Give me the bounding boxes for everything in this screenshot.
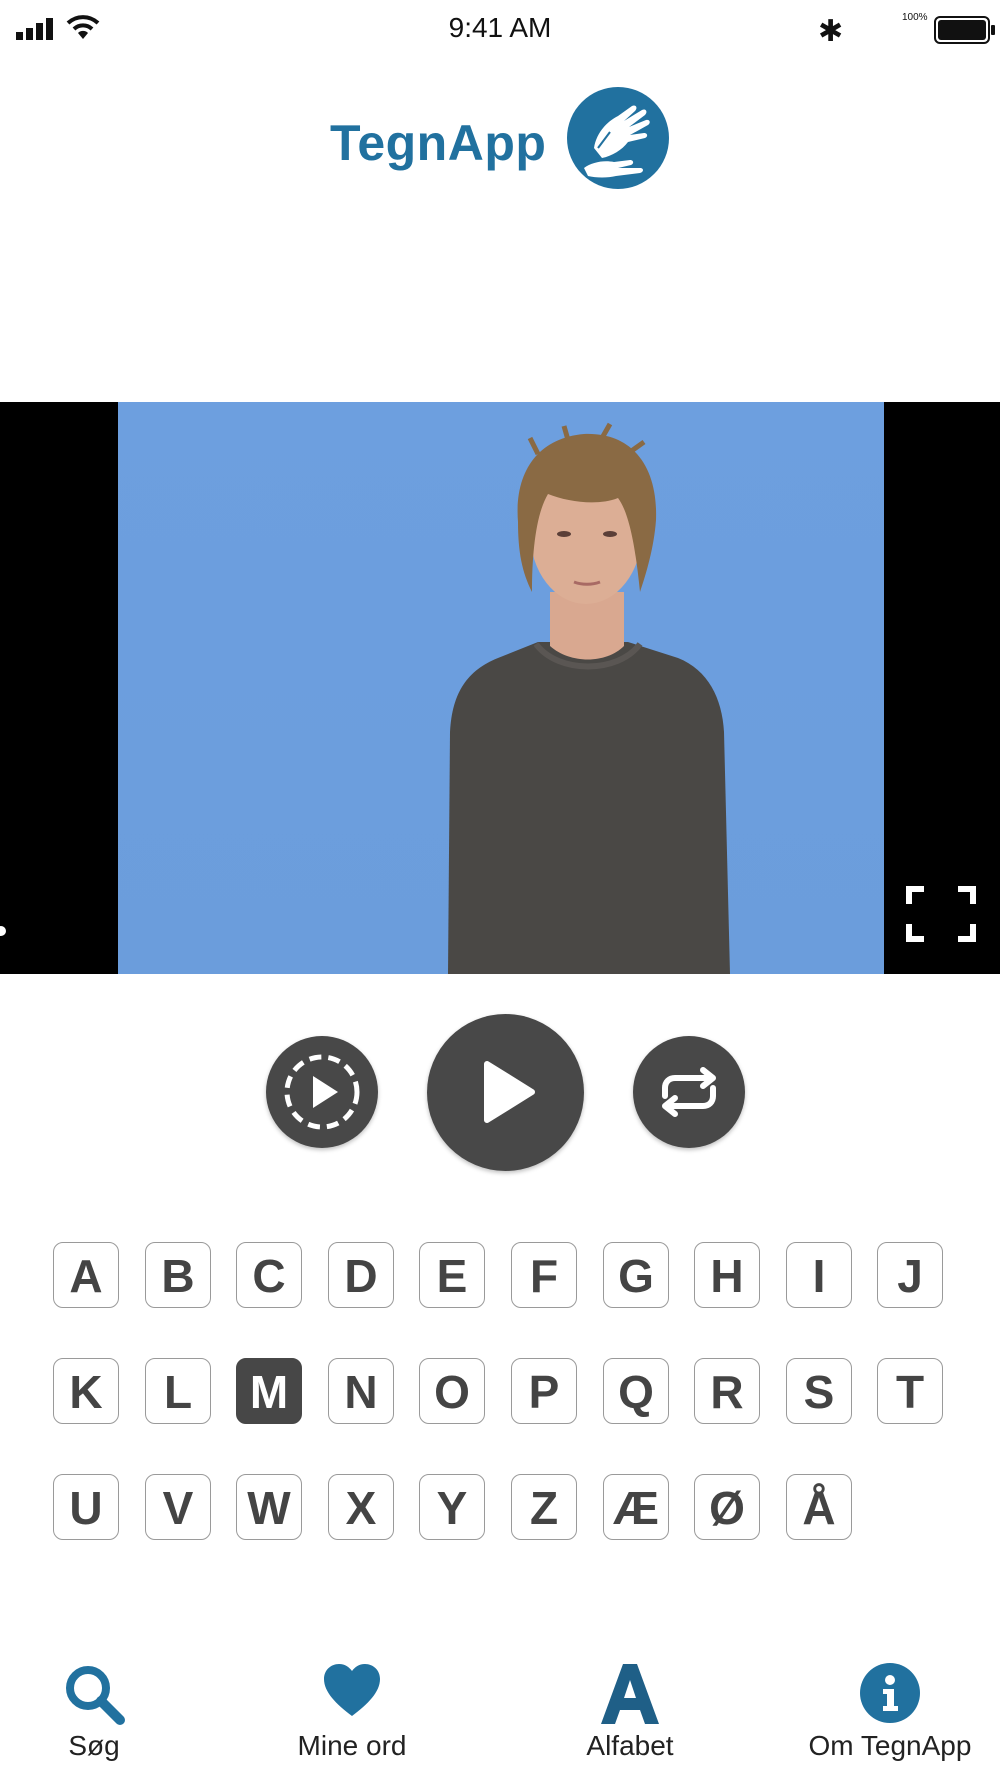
letter-key[interactable]: M xyxy=(236,1358,302,1424)
letter-key[interactable]: Z xyxy=(511,1474,577,1540)
letter-key[interactable]: I xyxy=(786,1242,852,1308)
letter-key[interactable]: T xyxy=(877,1358,943,1424)
tab-label: Alfabet xyxy=(586,1730,674,1761)
play-icon xyxy=(484,1061,535,1123)
letter-key[interactable]: B xyxy=(145,1242,211,1308)
letter-key[interactable]: L xyxy=(145,1358,211,1424)
letter-key[interactable]: R xyxy=(694,1358,760,1424)
battery-percent: 100% xyxy=(902,12,928,23)
video-progress-dot[interactable] xyxy=(0,926,6,936)
letter-key[interactable]: Ø xyxy=(694,1474,760,1540)
letter-key[interactable]: D xyxy=(328,1242,394,1308)
hands-icon xyxy=(567,87,669,189)
letter-key[interactable]: F xyxy=(511,1242,577,1308)
search-icon xyxy=(66,1666,125,1725)
letter-key[interactable]: W xyxy=(236,1474,302,1540)
slow-motion-play-icon xyxy=(284,1054,360,1130)
letter-key[interactable]: G xyxy=(603,1242,669,1308)
letter-key[interactable]: V xyxy=(145,1474,211,1540)
letter-key[interactable]: K xyxy=(53,1358,119,1424)
repeat-icon xyxy=(662,1067,716,1117)
signer-figure xyxy=(448,422,730,974)
alphabet-a-icon xyxy=(601,1664,659,1724)
letter-key[interactable]: Æ xyxy=(603,1474,669,1540)
letter-key[interactable]: E xyxy=(419,1242,485,1308)
letter-key[interactable]: J xyxy=(877,1242,943,1308)
video-player[interactable] xyxy=(0,402,1000,974)
video-frame xyxy=(118,402,884,974)
letter-key[interactable]: N xyxy=(328,1358,394,1424)
tab-label: Om TegnApp xyxy=(808,1730,972,1761)
battery-icon xyxy=(934,16,995,44)
tab-about[interactable]: Om TegnApp xyxy=(800,1652,980,1764)
letter-key[interactable]: Å xyxy=(786,1474,852,1540)
info-icon xyxy=(860,1663,920,1723)
letter-key[interactable]: H xyxy=(694,1242,760,1308)
repeat-button[interactable] xyxy=(633,1036,745,1148)
tab-alphabet[interactable]: Alfabet xyxy=(570,1652,690,1764)
tab-label: Søg xyxy=(68,1730,120,1761)
tab-my-words[interactable]: Mine ord xyxy=(282,1652,422,1764)
status-time: 9:41 AM xyxy=(448,12,552,43)
tab-label: Mine ord xyxy=(297,1730,407,1761)
letter-key[interactable]: U xyxy=(53,1474,119,1540)
letter-key[interactable]: X xyxy=(328,1474,394,1540)
letter-key[interactable]: P xyxy=(511,1358,577,1424)
slow-play-button[interactable] xyxy=(266,1036,378,1148)
app-name: TegnApp xyxy=(330,115,547,171)
tab-search[interactable]: Søg xyxy=(44,1652,144,1764)
fullscreen-icon[interactable] xyxy=(906,886,976,942)
heart-icon xyxy=(324,1664,380,1716)
letter-key[interactable]: O xyxy=(419,1358,485,1424)
status-bar: 9:41 AM ✱ 100% xyxy=(0,0,1000,58)
letter-key[interactable]: Q xyxy=(603,1358,669,1424)
play-button[interactable] xyxy=(427,1014,584,1171)
letter-key[interactable]: Y xyxy=(419,1474,485,1540)
letter-key[interactable]: C xyxy=(236,1242,302,1308)
letter-key[interactable]: A xyxy=(53,1242,119,1308)
bluetooth-icon: ✱ xyxy=(818,15,844,48)
letter-key[interactable]: S xyxy=(786,1358,852,1424)
